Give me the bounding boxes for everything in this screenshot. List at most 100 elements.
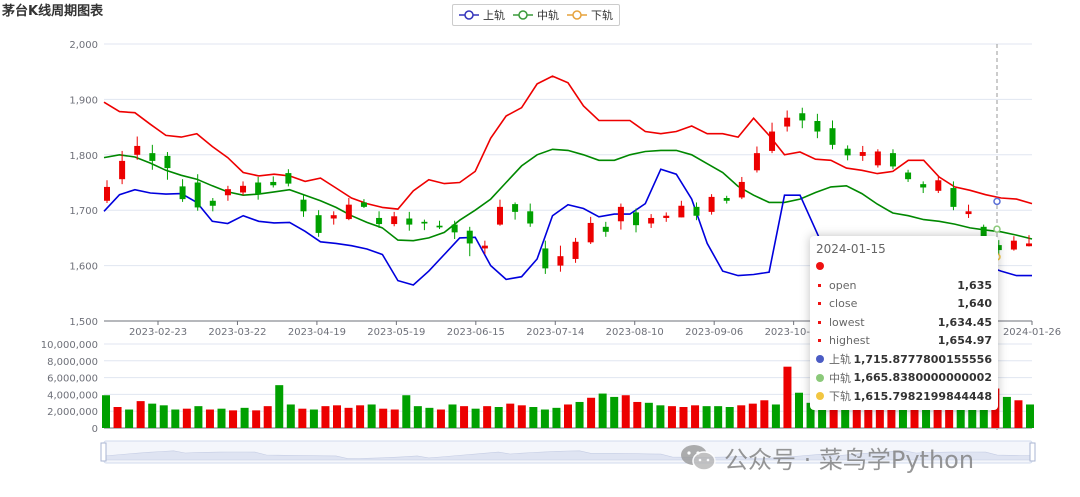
tooltip-value: 1,635: [957, 278, 992, 292]
candle-body: [663, 215, 670, 218]
tooltip-label: lowest: [829, 315, 865, 329]
volume-tick-label: 2,000,000: [47, 407, 98, 418]
candle-body: [345, 204, 352, 220]
candle-body: [784, 117, 791, 127]
volume-bar: [436, 409, 445, 428]
candle-body: [451, 224, 458, 233]
x-tick-label: 2023-06-15: [447, 327, 505, 338]
candle: [406, 211, 413, 231]
volume-bar: [679, 407, 688, 428]
datazoom-handle-right: [1029, 442, 1036, 462]
tooltip-value: 1,654.97: [937, 334, 992, 348]
watermark: 公众号 · 菜鸟学Python: [680, 440, 974, 475]
candle: [663, 212, 670, 222]
candle-body: [678, 205, 685, 218]
volume-bar: [771, 404, 780, 428]
volume-bar: [298, 408, 307, 428]
tooltip-row-upper: 上轨 1,715.8777800155556: [816, 350, 992, 369]
volume-bar: [413, 406, 422, 428]
volume-bar: [205, 409, 214, 428]
tooltip-value: 1,634.45: [937, 315, 992, 329]
candle-body: [769, 131, 776, 151]
candle-body: [134, 145, 141, 155]
candle-body: [602, 226, 609, 232]
volume-bar: [714, 406, 723, 428]
candle-body: [270, 181, 277, 186]
candle: [950, 181, 957, 211]
tooltip-row-open: open 1,635: [816, 276, 992, 295]
volume-bar: [633, 401, 642, 428]
tooltip-row-highest: highest 1,654.97: [816, 332, 992, 351]
volume-bar: [483, 406, 492, 428]
volume-bar: [494, 407, 503, 428]
candle-body: [527, 211, 534, 224]
candle: [542, 240, 549, 274]
candle-body: [164, 155, 171, 169]
volume-bar: [552, 407, 561, 428]
candle: [844, 145, 851, 161]
volume-bar: [471, 408, 480, 428]
volume-bar: [587, 397, 596, 428]
volume-bar: [344, 407, 353, 428]
volume-bar: [1002, 396, 1011, 428]
volume-bar: [691, 405, 700, 428]
x-tick-label: 2023-02-23: [129, 327, 187, 338]
x-tick-label: 2023-04-19: [288, 327, 346, 338]
candle-body: [376, 217, 383, 225]
tooltip-value: 1,665.8380000000002: [853, 371, 992, 385]
candle: [859, 145, 866, 161]
candle-body: [905, 172, 912, 180]
candle-body: [633, 212, 640, 226]
candle-body: [194, 182, 201, 208]
candle-body: [119, 160, 126, 180]
y-tick-label: 1,600: [69, 262, 98, 273]
candle-body: [965, 211, 972, 215]
volume-bar: [506, 403, 515, 428]
tooltip-label: 中轨: [829, 371, 851, 385]
tooltip-dot-lower: [816, 392, 824, 401]
volume-bar: [125, 409, 134, 428]
candle-body: [149, 153, 156, 161]
tooltip-label: open: [829, 278, 857, 292]
candle: [330, 211, 337, 225]
candle: [436, 220, 443, 230]
candle-body: [708, 196, 715, 212]
candle-body: [648, 217, 655, 224]
candle: [829, 120, 836, 150]
candle: [527, 203, 534, 227]
candle: [164, 152, 171, 180]
volume-bar: [229, 410, 238, 428]
tooltip-row-lower: 下轨 1,615.7982199844448: [816, 387, 992, 406]
candle: [300, 194, 307, 217]
candle: [512, 202, 519, 220]
volume-bar: [148, 403, 157, 428]
tooltip-value: 1,640: [957, 297, 992, 311]
volume-bar: [540, 409, 549, 428]
tooltip-dot-middle: [816, 373, 824, 382]
volume-bar: [379, 408, 388, 428]
candle-body: [300, 199, 307, 212]
candle: [391, 211, 398, 227]
candle: [602, 221, 609, 237]
candle: [209, 198, 216, 212]
volume-bar: [159, 405, 168, 428]
volume-bar: [309, 409, 318, 428]
candle: [920, 181, 927, 194]
candle-body: [723, 198, 730, 201]
candle-body: [557, 256, 564, 266]
candle-body: [406, 218, 413, 225]
volume-tick-label: 6,000,000: [47, 374, 98, 385]
candle-body: [1010, 240, 1017, 250]
candle-body: [572, 241, 579, 259]
hover-dot-upper: [993, 197, 1001, 206]
tooltip-candle-dot: [816, 262, 824, 270]
candle: [345, 198, 352, 221]
volume-bar: [783, 366, 792, 428]
tooltip-dot-upper: [816, 355, 824, 364]
volume-bar: [102, 395, 110, 428]
candle-body: [391, 216, 398, 225]
tooltip-label: 下轨: [829, 390, 851, 404]
volume-bar: [1014, 400, 1023, 428]
volume-bar: [448, 404, 457, 428]
y-tick-label: 1,500: [69, 317, 98, 328]
